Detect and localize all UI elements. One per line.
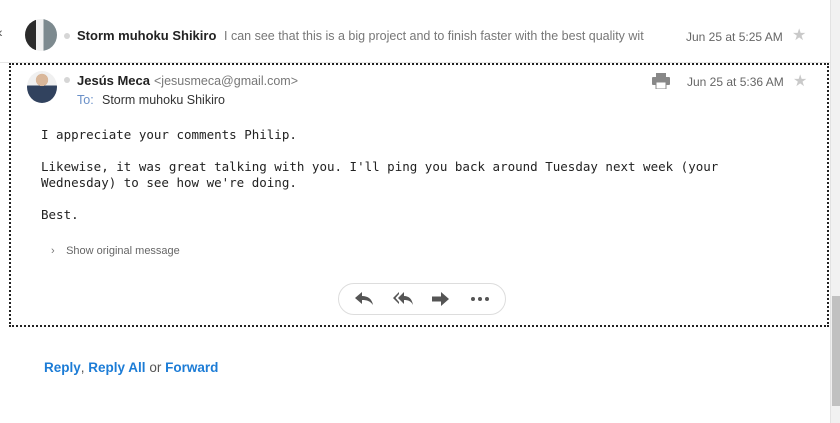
scrollbar-thumb[interactable] (832, 296, 840, 406)
message-date: Jun 25 at 5:25 AM (686, 30, 783, 44)
print-icon[interactable] (652, 73, 670, 89)
recipient-name[interactable]: Storm muhoku Shikiro (102, 93, 225, 107)
sender-name[interactable]: Jesús Meca (77, 73, 150, 88)
message-body: I appreciate your comments Philip. Likew… (41, 127, 781, 239)
star-icon[interactable]: ★ (792, 25, 806, 45)
sender-name: Storm muhoku Shikiro (77, 28, 217, 43)
message-actions (338, 283, 506, 315)
star-icon[interactable]: ★ (793, 71, 807, 91)
reply-all-icon (392, 292, 413, 305)
show-original-toggle[interactable]: › Show original message (51, 245, 180, 257)
or-separator: or (149, 360, 162, 375)
forward-icon (432, 292, 450, 306)
separator: , (80, 360, 85, 375)
forward-link[interactable]: Forward (165, 360, 218, 375)
reply-link[interactable]: Reply (44, 360, 81, 375)
unread-dot-icon (64, 77, 70, 83)
scrollbar[interactable] (830, 0, 840, 423)
more-icon (471, 297, 490, 301)
expanded-message: Jesús Meca <jesusmeca@gmail.com> To: Sto… (9, 63, 829, 327)
sender-email: <jesusmeca@gmail.com> (154, 74, 298, 88)
bottom-actions: Reply, Reply All or Forward (44, 360, 218, 375)
reply-all-button[interactable] (389, 288, 417, 310)
unread-dot-icon (64, 33, 70, 39)
body-paragraph: Likewise, it was great talking with you.… (41, 159, 719, 190)
show-original-label: Show original message (66, 245, 180, 257)
body-paragraph: Best. (41, 207, 79, 222)
avatar (27, 71, 57, 103)
body-paragraph: I appreciate your comments Philip. (41, 127, 297, 142)
forward-button[interactable] (427, 288, 455, 310)
chevron-right-icon: › (51, 245, 55, 257)
reply-all-link[interactable]: Reply All (88, 360, 145, 375)
to-label: To: (77, 93, 94, 107)
avatar (25, 19, 57, 51)
message-snippet: I can see that this is a big project and… (224, 29, 644, 43)
more-button[interactable] (466, 288, 494, 310)
reply-icon (354, 292, 373, 305)
reply-button[interactable] (350, 288, 378, 310)
message-date: Jun 25 at 5:36 AM (687, 75, 784, 89)
chevron-left-icon[interactable]: ‹ (0, 24, 3, 40)
collapsed-message-row[interactable]: ‹ Storm muhoku Shikiro I can see that th… (0, 0, 830, 63)
